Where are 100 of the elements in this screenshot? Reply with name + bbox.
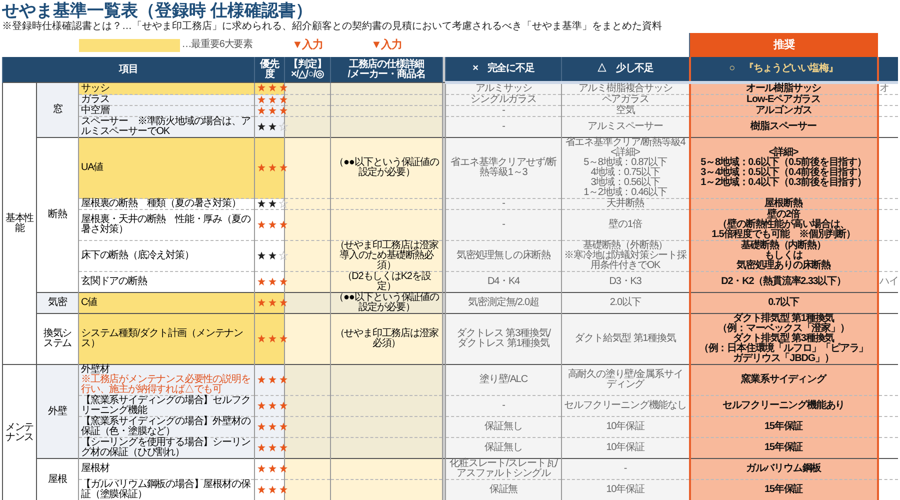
text-line: <詳細> [610, 148, 640, 158]
slightly-short-cell: 10年保証 [562, 438, 690, 459]
insufficient-cell: 塗り壁/ALC [446, 364, 562, 396]
spec-cell[interactable]: （せやま印工務店は澄家必須） [330, 314, 442, 365]
judgement-input-cell[interactable] [284, 480, 330, 500]
text-line: ダクトレス 第1種換気 [456, 339, 550, 350]
spec-cell[interactable] [330, 198, 442, 210]
slightly-short-cell: アルミスペーサー [562, 116, 690, 138]
judgement-input-cell[interactable] [284, 416, 330, 438]
item-cell: システム種類/ダクト計画（メンテナンス） [78, 314, 254, 365]
star-icon [257, 334, 266, 344]
star-icon [279, 277, 288, 286]
spec-cell[interactable] [330, 458, 442, 480]
slightly-short-cell: 10年保証 [562, 416, 690, 438]
star-icon [279, 83, 288, 92]
judgement-input-cell[interactable] [284, 82, 330, 94]
star-icon [279, 422, 288, 432]
judgement-input-cell[interactable] [284, 396, 330, 417]
judgement-input-cell[interactable] [284, 138, 330, 199]
slightly-short-cell: ペアガラス [562, 94, 690, 106]
star-icon [257, 83, 266, 92]
judgement-input-cell[interactable] [284, 292, 330, 314]
item-cell: ガラス [78, 94, 254, 106]
star-icon [268, 251, 277, 260]
page-title: せやま基準一覧表（登録時 仕様確認書） [2, 1, 314, 20]
recommended-cell: 0.7以下 [690, 292, 878, 314]
star-icon [268, 464, 277, 474]
star-icon [268, 334, 277, 344]
item-cell: 【ガルバリウム鋼板の場合】屋根材の保証（塗膜保証） [78, 480, 254, 500]
spec-cell[interactable]: （●●以下という保証値の設定が必要） [330, 292, 442, 314]
spec-cell[interactable] [330, 364, 442, 396]
spec-cell[interactable] [330, 116, 442, 138]
star-icon [268, 163, 277, 172]
item-cell: 屋根材 [78, 458, 254, 480]
text-line: 1.5倍程度でも可能 ※個別判断） [710, 230, 856, 240]
recommended-cell: セルフクリーニング機能あり [690, 396, 878, 417]
recommended-cell: Low-Eペアガラス [690, 94, 878, 106]
star-icon [279, 485, 288, 494]
spec-cell[interactable] [330, 416, 442, 438]
item-note: ※工務店がメンテナンス必要性の説明を行い、施主が納得すれば△でも可 [81, 375, 252, 396]
star-icon [279, 375, 288, 384]
item-cell: 屋根裏・天井の断熱 性能・厚み（夏の暑さ対策） [78, 210, 254, 241]
star-icon [257, 95, 266, 104]
star-icon [268, 375, 277, 384]
item-cell: 玄関ドアの断熱 [78, 272, 254, 293]
star-icon [279, 334, 288, 344]
legend-label: …最重要6大要素 [180, 40, 254, 50]
group-label: 換気システム [36, 314, 78, 365]
slightly-short-cell: - [562, 458, 690, 480]
category-label: メンテナンス [2, 364, 36, 500]
text-line: 基礎断熱（内断熱） [740, 241, 827, 252]
text-line: ※寒冷地は防蟻対策シート採用条件付きでOK [564, 251, 687, 272]
slightly-short-cell: 壁の1倍 [562, 210, 690, 241]
judgement-input-cell[interactable] [284, 116, 330, 138]
star-icon [257, 422, 266, 432]
star-icon [279, 106, 288, 116]
star-icon [257, 220, 266, 230]
slightly-short-cell: 空気 [562, 106, 690, 117]
item-cell: UA値 [78, 138, 254, 199]
insufficient-cell: 気密測定無/2.0超 [446, 292, 562, 314]
slightly-short-cell: 高耐久の塗り壁/金属系サイディング [562, 364, 690, 396]
judgement-input-cell[interactable] [284, 240, 330, 272]
spec-cell[interactable] [330, 106, 442, 117]
group-label: 窓 [36, 82, 78, 138]
spec-cell[interactable] [330, 480, 442, 500]
text-line: 省エネ基準クリア/断熱等級4 [564, 138, 686, 148]
insufficient-cell: シングルガラス [446, 94, 562, 106]
insufficient-cell: - [446, 210, 562, 241]
spec-cell[interactable] [330, 210, 442, 241]
star-icon [257, 464, 266, 474]
judgement-input-cell[interactable] [284, 106, 330, 117]
star-icon [268, 298, 277, 308]
judgement-input-cell[interactable] [284, 438, 330, 459]
insufficient-cell: 保証無 [446, 480, 562, 500]
judgement-input-cell[interactable] [284, 198, 330, 210]
text-line: 工務店の仕様詳細 [348, 60, 426, 70]
spec-cell[interactable]: （●●以下という保証値の設定が必要） [330, 138, 442, 199]
star-icon [268, 401, 277, 410]
text-line: <詳細> [768, 148, 798, 158]
spec-cell[interactable] [330, 82, 442, 94]
spec-cell[interactable] [330, 396, 442, 417]
star-icon [268, 277, 277, 286]
star-icon [257, 251, 266, 260]
recommended-cell: D2・K2（熱貫流率2.33以下） [690, 272, 878, 293]
judgement-input-cell[interactable] [284, 272, 330, 293]
insufficient-cell: D4・K4 [446, 272, 562, 293]
spec-cell[interactable] [330, 94, 442, 106]
star-icon [279, 401, 288, 410]
judgement-input-cell[interactable] [284, 210, 330, 241]
spec-cell[interactable]: （せやま印工務店は澄家導入のため基礎断熱必須） [330, 240, 442, 272]
recommended-badge: 推奨 [690, 33, 878, 57]
judgement-input-cell[interactable] [284, 364, 330, 396]
spec-cell[interactable] [330, 438, 442, 459]
item-cell: C値 [78, 292, 254, 314]
input-marker: ▼入力 [370, 38, 402, 50]
judgement-input-cell[interactable] [284, 314, 330, 365]
item-cell: 中空層 [78, 106, 254, 117]
judgement-input-cell[interactable] [284, 458, 330, 480]
spec-cell[interactable]: （D2もしくはK2を設定） [330, 272, 442, 293]
star-icon [257, 375, 266, 384]
